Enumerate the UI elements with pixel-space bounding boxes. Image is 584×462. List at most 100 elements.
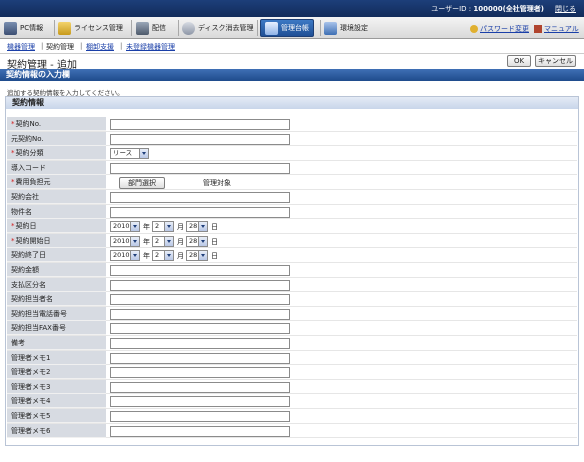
required-mark: * — [11, 222, 15, 231]
contract-company-input[interactable] — [110, 192, 290, 203]
license-icon — [58, 21, 71, 35]
required-mark: * — [11, 120, 15, 128]
label-text: 管理者メモ6 — [11, 426, 51, 435]
import-code-input[interactable] — [110, 162, 290, 174]
label-text: 契約分類 — [15, 149, 44, 158]
memo6-input[interactable] — [110, 425, 290, 437]
field-label: 契約終了日 — [7, 248, 106, 263]
payment-type-input[interactable] — [110, 279, 290, 291]
nav-label: 管理台帳 — [281, 24, 309, 32]
fax-input[interactable] — [110, 323, 290, 335]
dept-select-button[interactable]: 部門選択 — [119, 177, 165, 190]
contract-type-select[interactable]: リース — [110, 148, 149, 160]
contract-date-month-select[interactable]: 2 — [152, 221, 174, 233]
end-date-year-select[interactable]: 2010 — [110, 250, 140, 262]
required-mark: * — [11, 236, 15, 245]
cancel-button[interactable]: キャンセル — [535, 55, 576, 67]
month-unit: 月 — [177, 223, 184, 232]
panel-title: 契約情報 — [6, 97, 578, 109]
subnav-item-unregistered[interactable]: 未登録機器管理 — [126, 42, 175, 52]
end-date-day-select[interactable]: 28 — [186, 250, 208, 262]
day-unit: 日 — [211, 252, 218, 261]
chevron-down-icon — [139, 149, 148, 159]
form-row-end-date: 契約終了日 2010 年 2 月 28 日 — [7, 248, 577, 263]
memo3-input[interactable] — [110, 381, 290, 393]
memo5-input[interactable] — [110, 411, 290, 422]
person-input[interactable] — [110, 294, 290, 306]
settings-icon — [324, 21, 337, 35]
form-row-memo6: 管理者メモ6 — [7, 423, 577, 439]
form-row-memo4: 管理者メモ4 — [7, 394, 577, 409]
year-unit: 年 — [143, 237, 150, 246]
chevron-down-icon — [164, 236, 173, 246]
memo4-input[interactable] — [110, 396, 290, 408]
subnav-item-contract-manage: 契約管理 — [46, 43, 74, 51]
start-date-day-select[interactable]: 28 — [186, 235, 208, 247]
select-value: 28 — [189, 222, 198, 231]
select-value: 2 — [155, 236, 160, 245]
start-date-month-select[interactable]: 2 — [152, 235, 174, 247]
field-label: 備考 — [7, 336, 106, 350]
select-value: 28 — [189, 236, 198, 245]
orig-contract-no-input[interactable] — [110, 133, 290, 145]
password-change-link[interactable]: パスワード変更 — [470, 24, 529, 34]
sub-nav: 機器管理 | 契約管理 | 棚卸支援 | 未登録機器管理 — [0, 40, 584, 53]
start-date-year-select[interactable]: 2010 — [110, 235, 140, 247]
user-label: ユーザーID : — [431, 5, 474, 13]
subnav-item-device-manage[interactable]: 機器管理 — [7, 42, 35, 52]
nav-item-disk-erase[interactable]: ディスク消去管理 — [182, 19, 254, 37]
memo2-input[interactable] — [110, 367, 290, 379]
day-unit: 日 — [211, 237, 218, 246]
contract-date-day-select[interactable]: 28 — [186, 221, 208, 233]
field-label: *契約分類 — [7, 146, 106, 161]
label-text: 契約開始日 — [15, 236, 51, 245]
nav-divider — [178, 20, 179, 36]
pc-icon — [4, 21, 17, 35]
subnav-divider: | — [120, 42, 123, 50]
ok-button[interactable]: OK — [507, 55, 531, 67]
nav-item-settings[interactable]: 環境設定 — [324, 19, 368, 37]
required-mark: * — [11, 149, 15, 158]
select-value: 28 — [189, 251, 198, 260]
label-text: 管理者メモ5 — [11, 412, 51, 420]
label-text: 契約終了日 — [11, 251, 46, 260]
select-value: 2 — [155, 222, 160, 231]
label-text: 備考 — [11, 339, 25, 347]
select-value: 2010 — [113, 222, 130, 231]
nav-item-pc-info[interactable]: PC情報 — [4, 19, 43, 37]
nav-item-ledger[interactable]: 管理台帳 — [260, 19, 314, 37]
chevron-down-icon — [164, 222, 173, 232]
chevron-down-icon — [130, 222, 139, 232]
field-label: 導入コード — [7, 160, 106, 175]
close-link[interactable]: 閉じる — [555, 4, 576, 14]
amount-input[interactable] — [110, 265, 290, 276]
nav-item-distribution[interactable]: 配信 — [136, 19, 166, 37]
manual-link[interactable]: マニュアル — [534, 24, 579, 34]
manage-target-text: 管理対象 — [203, 179, 231, 188]
field-label: 管理者メモ6 — [7, 423, 106, 438]
field-label: 物件名 — [7, 204, 106, 219]
memo1-input[interactable] — [110, 352, 290, 364]
contract-date-year-select[interactable]: 2010 — [110, 221, 140, 233]
phone-input[interactable] — [110, 308, 290, 320]
property-name-input[interactable] — [110, 206, 290, 218]
field-label: 契約会社 — [7, 190, 106, 204]
chevron-down-icon — [130, 251, 139, 261]
field-label: 契約担当者名 — [7, 292, 106, 307]
contract-no-input[interactable] — [110, 119, 290, 130]
label-text: 元契約No. — [11, 134, 44, 143]
note-input[interactable] — [110, 338, 290, 349]
month-unit: 月 — [177, 252, 184, 261]
label-text: 管理者メモ1 — [11, 353, 51, 362]
title-row: 契約管理 - 追加 OK キャンセル — [0, 53, 584, 71]
end-date-month-select[interactable]: 2 — [152, 250, 174, 262]
nav-item-license[interactable]: ライセンス管理 — [58, 19, 123, 37]
label-text: 契約No. — [15, 120, 42, 128]
form-row-phone: 契約担当電話番号 — [7, 306, 577, 322]
manual-label: マニュアル — [544, 25, 579, 33]
label-text: 契約金額 — [11, 266, 39, 274]
subnav-item-inventory[interactable]: 棚卸支援 — [86, 42, 114, 52]
year-unit: 年 — [143, 252, 150, 261]
label-text: 支払区分名 — [11, 280, 46, 289]
main-nav: PC情報 ライセンス管理 配信 ディスク消去管理 管理台帳 環境設定 パスワード… — [0, 17, 584, 39]
